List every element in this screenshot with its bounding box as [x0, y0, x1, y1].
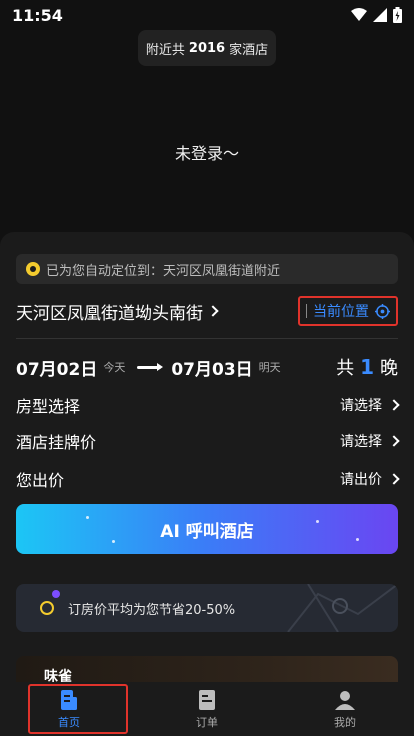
chevron-right-icon — [388, 473, 400, 485]
profile-icon — [335, 690, 355, 710]
crosshair-icon — [375, 303, 390, 319]
ai-call-hotel-button[interactable]: AI 呼叫酒店 — [16, 504, 398, 554]
bid-price-label: 您出价 — [16, 471, 65, 490]
room-type-label: 房型选择 — [16, 397, 81, 416]
address-selector[interactable]: 天河区凤凰街道坳头南街 — [16, 299, 219, 324]
savings-banner[interactable]: 订房价平均为您节省20-50% — [16, 584, 398, 632]
chevron-right-icon — [388, 435, 400, 447]
date-selector[interactable]: 07月02日 今天 07月03日 明天 共 1 晚 — [16, 352, 398, 382]
listed-price-value-text: 请选择 — [340, 434, 382, 450]
listed-price-value: 请选择 — [340, 431, 400, 451]
bid-price-value-text: 请出价 — [340, 472, 382, 488]
nights-number: 1 — [360, 355, 374, 379]
ring-icon — [40, 601, 54, 615]
signal-icon — [373, 8, 387, 22]
address-text: 天河区凤凰街道坳头南街 — [16, 303, 203, 324]
nav-home[interactable]: 首页 — [0, 682, 138, 736]
highlight-box — [28, 684, 128, 734]
nights-count: 共 1 晚 — [336, 354, 398, 380]
battery-icon — [393, 7, 402, 23]
nav-profile-label: 我的 — [334, 715, 356, 729]
checkout-date: 07月03日 — [171, 359, 253, 380]
dot-decoration — [52, 590, 60, 598]
nights-prefix: 共 — [336, 358, 355, 379]
status-bar: 11:54 — [0, 0, 414, 30]
bottom-nav: 首页 订单 我的 — [0, 682, 414, 736]
nearby-hotels-pill: 附近共 2016 家酒店 — [138, 30, 276, 66]
bid-price-row[interactable]: 您出价 请出价 — [16, 464, 400, 494]
nights-suffix: 晚 — [380, 358, 398, 379]
nearby-count: 2016 — [188, 40, 226, 56]
order-icon — [199, 689, 215, 710]
room-type-value-text: 请选择 — [340, 398, 382, 414]
divider — [16, 338, 398, 339]
checkout-tag: 明天 — [258, 361, 281, 374]
listed-price-label: 酒店挂牌价 — [16, 433, 97, 452]
nearby-prefix: 附近共 — [145, 42, 185, 58]
nearby-suffix: 家酒店 — [229, 42, 269, 58]
current-location-label: 当前位置 — [313, 304, 369, 320]
location-notice: 已为您自动定位到：天河区凤凰街道附近 — [16, 254, 398, 284]
checkin-date: 07月02日 — [16, 359, 98, 380]
nav-orders[interactable]: 订单 — [138, 682, 276, 736]
checkin-tag: 今天 — [103, 361, 126, 374]
location-notice-text: 已为您自动定位到：天河区凤凰街道附近 — [46, 263, 281, 279]
location-pin-icon — [26, 262, 40, 276]
current-location-button[interactable]: 当前位置 — [298, 296, 398, 326]
listed-price-row[interactable]: 酒店挂牌价 请选择 — [16, 426, 400, 456]
address-row: 天河区凤凰街道坳头南街 当前位置 — [16, 296, 398, 326]
sparkle-decoration — [356, 538, 359, 541]
status-icons — [351, 7, 402, 23]
chevron-right-icon — [388, 399, 400, 411]
arrow-right-icon — [137, 362, 164, 371]
map-pattern-decoration — [287, 584, 398, 632]
chevron-right-icon — [207, 305, 219, 317]
sparkle-decoration — [316, 520, 319, 523]
wifi-icon — [351, 8, 367, 21]
savings-text: 订房价平均为您节省20-50% — [68, 602, 236, 618]
separator — [306, 304, 307, 318]
nav-orders-label: 订单 — [196, 715, 218, 729]
ai-button-label: AI 呼叫酒店 — [160, 521, 254, 542]
status-time: 11:54 — [12, 5, 63, 25]
sparkle-decoration — [112, 540, 115, 543]
room-type-row[interactable]: 房型选择 请选择 — [16, 390, 400, 420]
sparkle-decoration — [86, 516, 89, 519]
nav-profile[interactable]: 我的 — [276, 682, 414, 736]
bid-price-value: 请出价 — [340, 469, 400, 489]
room-type-value: 请选择 — [340, 395, 400, 415]
login-prompt[interactable]: 未登录～ — [0, 140, 414, 164]
